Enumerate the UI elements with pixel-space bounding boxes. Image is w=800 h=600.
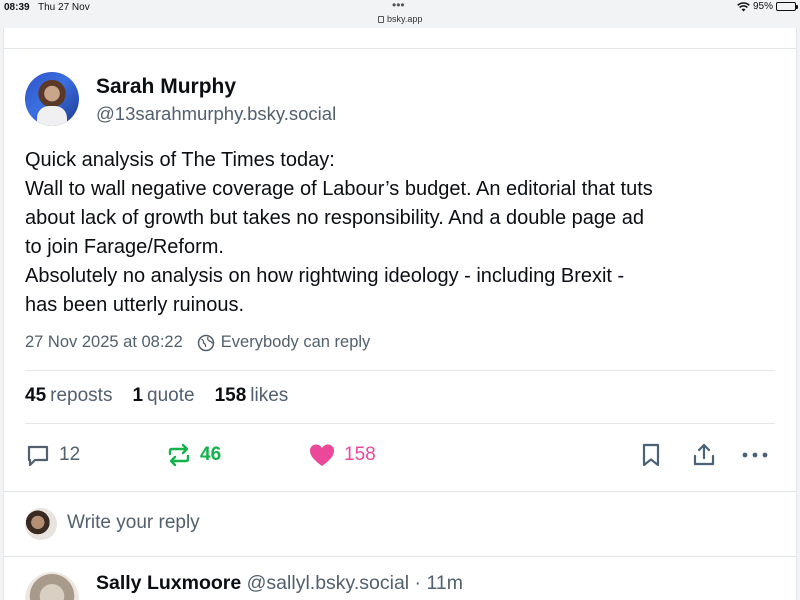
current-user-avatar [25, 508, 57, 540]
reply-count: 12 [59, 444, 81, 465]
status-date: Thu 27 Nov [38, 2, 90, 13]
status-time: 08:39 [4, 2, 30, 13]
like-button[interactable]: 158 [308, 442, 376, 468]
next-post-avatar[interactable] [25, 572, 79, 600]
status-indicators: 95% [737, 1, 798, 12]
reply-button[interactable]: 12 [25, 442, 80, 468]
status-bar: 08:39 Thu 27 Nov ••• bsky.app 95% [0, 0, 800, 28]
next-post[interactable]: Sally Luxmoore @sallyl.bsky.social · 11m [4, 558, 796, 600]
likes-count: 158 [214, 385, 247, 406]
bookmark-icon [642, 443, 660, 467]
divider [25, 423, 775, 424]
next-post-header: Sally Luxmoore @sallyl.bsky.social · 11m [96, 572, 463, 595]
next-post-display-name[interactable]: Sally Luxmoore [96, 572, 241, 594]
author-handle[interactable]: @13sarahmurphy.bsky.social [96, 103, 336, 125]
quotes-stat[interactable]: 1 quote [132, 385, 194, 407]
repost-icon [168, 443, 190, 467]
likes-label: likes [250, 385, 289, 406]
reply-composer[interactable]: Write your reply [4, 491, 796, 557]
like-count: 158 [344, 444, 376, 465]
post-action-bar: 12 46 158 [25, 442, 775, 472]
post-text-line: Absolutely no analysis on how rightwing … [25, 265, 625, 287]
address-bar[interactable]: bsky.app [378, 14, 422, 24]
post-text-line: about lack of growth but takes no respon… [25, 207, 644, 229]
share-icon [693, 443, 715, 466]
reply-setting[interactable]: Everybody can reply [221, 333, 371, 352]
more-dots-icon [742, 452, 768, 458]
bookmark-button[interactable] [639, 442, 663, 468]
repost-button[interactable]: 46 [166, 442, 221, 468]
wifi-icon [737, 1, 750, 11]
thread-column: Sarah Murphy @13sarahmurphy.bsky.social … [3, 28, 797, 600]
reply-icon [27, 445, 49, 467]
reply-input-placeholder[interactable]: Write your reply [67, 512, 200, 534]
battery-percent: 95% [752, 1, 773, 12]
next-post-separator: · [414, 572, 422, 594]
author-avatar[interactable] [25, 72, 79, 126]
more-options-button[interactable] [741, 442, 769, 468]
post-meta: 27 Nov 2025 at 08:22 Everybody can reply [25, 333, 370, 352]
post-text-line: has been utterly ruinous. [25, 294, 245, 316]
post-stats: 45 reposts 1 quote 158 likes [25, 385, 288, 407]
author-display-name[interactable]: Sarah Murphy [96, 75, 236, 99]
reposts-stat[interactable]: 45 reposts [25, 385, 112, 407]
post-text-line: Quick analysis of The Times today: [25, 149, 335, 171]
address-url: bsky.app [387, 14, 423, 24]
share-button[interactable] [691, 442, 717, 468]
lock-icon [378, 16, 384, 23]
likes-stat[interactable]: 158 likes [215, 385, 289, 407]
heart-icon [310, 444, 334, 466]
post-text: Quick analysis of The Times today: Wall … [25, 146, 785, 320]
feed: Sarah Murphy @13sarahmurphy.bsky.social … [0, 28, 800, 600]
quotes-count: 1 [132, 385, 144, 406]
top-divider [4, 48, 796, 49]
multitasking-dots-icon[interactable]: ••• [392, 0, 405, 12]
reposts-label: reposts [50, 385, 113, 406]
battery-icon [776, 2, 798, 11]
globe-icon [197, 334, 215, 351]
quotes-label: quote [147, 385, 195, 406]
post-text-line: Wall to wall negative coverage of Labour… [25, 178, 653, 200]
post-timestamp[interactable]: 27 Nov 2025 at 08:22 [25, 333, 183, 352]
next-post-handle[interactable]: @sallyl.bsky.social [247, 572, 409, 594]
repost-count: 46 [200, 444, 222, 465]
reposts-count: 45 [25, 385, 47, 406]
divider [25, 370, 775, 371]
post-text-line: to join Farage/Reform. [25, 236, 224, 258]
next-post-age: 11m [426, 572, 463, 594]
